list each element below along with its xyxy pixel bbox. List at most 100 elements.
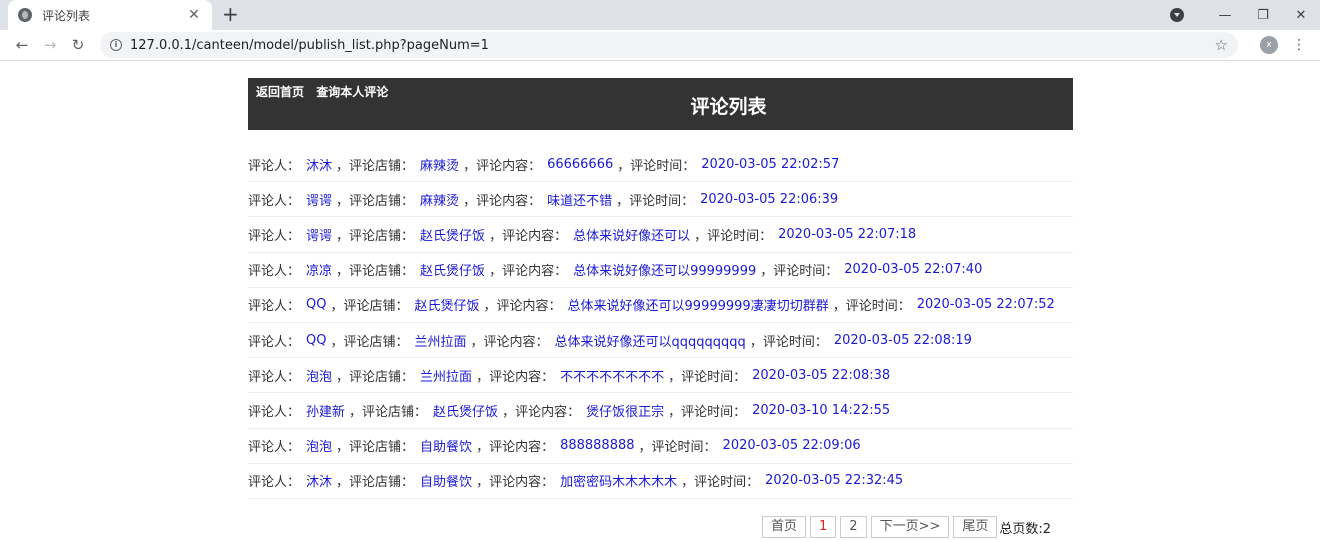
next-page-button[interactable]: 下一页>> bbox=[870, 516, 950, 538]
shop-name: 兰州拉面 bbox=[414, 334, 467, 350]
comment-content: 总体来说好像还可以99999999 bbox=[573, 264, 757, 280]
shop-label: ，评论店铺： bbox=[336, 158, 415, 174]
tab-title: 评论列表 bbox=[42, 8, 91, 23]
time-label: ，评论时间： bbox=[668, 404, 747, 420]
forward-arrow-icon[interactable]: → bbox=[36, 36, 64, 54]
info-icon[interactable]: i bbox=[110, 39, 122, 51]
content-label: ，评论内容： bbox=[476, 475, 555, 491]
tab-search-icon[interactable] bbox=[1170, 8, 1184, 22]
time-label: ，评论时间： bbox=[668, 369, 747, 385]
browser-tab[interactable]: 评论列表 ✕ bbox=[8, 0, 212, 30]
content-label: ，评论内容： bbox=[476, 369, 555, 385]
minimize-button[interactable]: — bbox=[1206, 8, 1244, 23]
comment-time: 2020-03-05 22:06:39 bbox=[700, 191, 839, 207]
reviewer-name: QQ bbox=[306, 297, 327, 313]
comment-time: 2020-03-05 22:08:19 bbox=[833, 332, 972, 348]
reviewer-label: 评论人： bbox=[248, 404, 301, 420]
comment-time: 2020-03-05 22:02:57 bbox=[701, 156, 840, 172]
reviewer-label: 评论人： bbox=[248, 193, 301, 209]
page-title: 评论列表 bbox=[690, 96, 767, 118]
bookmark-star-icon[interactable]: ☆ bbox=[1215, 36, 1228, 54]
reviewer-label: 评论人： bbox=[248, 369, 301, 385]
shop-label: ，评论店铺： bbox=[330, 334, 409, 350]
browser-tabbar: 评论列表 ✕ + — ❐ ✕ bbox=[0, 0, 1320, 30]
total-pages: 总页数:2 bbox=[999, 521, 1052, 537]
reload-icon[interactable]: ↻ bbox=[64, 36, 92, 54]
content-label: ，评论内容： bbox=[483, 299, 562, 315]
shop-label: ，评论店铺： bbox=[336, 228, 415, 244]
comment-time: 2020-03-05 22:07:18 bbox=[778, 226, 917, 242]
reviewer-name: 谔谔 bbox=[306, 193, 333, 209]
shop-label: ，评论店铺： bbox=[336, 193, 415, 209]
comment-content: 煲仔饭很正宗 bbox=[586, 404, 665, 420]
content-label: ，评论内容： bbox=[476, 440, 555, 456]
content-label: ，评论内容： bbox=[470, 334, 549, 350]
first-page-button[interactable]: 首页 bbox=[762, 516, 807, 538]
shop-name: 自助餐饮 bbox=[420, 440, 473, 456]
time-label: ，评论时间： bbox=[694, 228, 773, 244]
reviewer-label: 评论人： bbox=[248, 334, 301, 350]
address-bar[interactable]: i 127.0.0.1/canteen/model/publish_list.p… bbox=[100, 32, 1238, 58]
reviewer-name: 谔谔 bbox=[306, 228, 333, 244]
last-page-button[interactable]: 尾页 bbox=[953, 516, 998, 538]
shop-name: 赵氏煲仔饭 bbox=[414, 299, 480, 315]
kebab-menu-icon[interactable]: ⋮ bbox=[1292, 37, 1306, 53]
content-label: ，评论内容： bbox=[502, 404, 581, 420]
comment-time: 2020-03-05 22:09:06 bbox=[722, 438, 861, 454]
browser-toolbar: ← → ↻ i 127.0.0.1/canteen/model/publish_… bbox=[0, 30, 1320, 61]
reviewer-name: 沐沐 bbox=[306, 475, 333, 491]
reviewer-name: 孙建新 bbox=[306, 404, 346, 420]
comment-content: 加密密码木木木木木 bbox=[560, 475, 678, 491]
comment-time: 2020-03-05 22:32:45 bbox=[765, 473, 904, 489]
comment-row: 评论人： 泡泡 ，评论店铺： 兰州拉面 ，评论内容： 不不不不不不不不 ，评论时间： 2020… bbox=[248, 358, 1073, 394]
time-label: ，评论时间： bbox=[616, 193, 695, 209]
restore-button[interactable]: ❐ bbox=[1244, 8, 1282, 23]
back-arrow-icon[interactable]: ← bbox=[8, 36, 36, 54]
shop-label: ，评论店铺： bbox=[330, 299, 409, 315]
url-text[interactable]: 127.0.0.1/canteen/model/publish_list.php… bbox=[130, 38, 1215, 53]
comment-row: 评论人： QQ ，评论店铺： 兰州拉面 ，评论内容： 总体来说好像还可以qqqqqqqqq… bbox=[248, 323, 1073, 359]
reviewer-name: 泡泡 bbox=[306, 369, 333, 385]
comment-row: 评论人： 泡泡 ，评论店铺： 自助餐饮 ，评论内容： 888888888 ，评论时间： 202… bbox=[248, 429, 1073, 464]
tab-close-icon[interactable]: ✕ bbox=[186, 7, 202, 23]
comment-row: 评论人： 沐沐 ，评论店铺： 麻辣烫 ，评论内容： 66666666 ，评论时间： 2020-… bbox=[248, 147, 1073, 183]
page-content: 返回首页 查询本人评论 评论列表 评论人： 沐沐 ，评论店铺： 麻辣烫 ，评论内容： 66… bbox=[248, 78, 1073, 538]
reviewer-label: 评论人： bbox=[248, 158, 301, 174]
reviewer-label: 评论人： bbox=[248, 264, 301, 280]
shop-label: ，评论店铺： bbox=[336, 264, 415, 280]
page-2-button[interactable]: 2 bbox=[840, 516, 867, 538]
comment-list: 评论人： 沐沐 ，评论店铺： 麻辣烫 ，评论内容： 66666666 ，评论时间： 2020-… bbox=[248, 147, 1073, 499]
page-1-button[interactable]: 1 bbox=[810, 516, 837, 538]
reviewer-name: 泡泡 bbox=[306, 440, 333, 456]
close-window-button[interactable]: ✕ bbox=[1282, 8, 1320, 23]
reviewer-label: 评论人： bbox=[248, 440, 301, 456]
shop-name: 赵氏煲仔饭 bbox=[420, 264, 486, 280]
new-tab-button[interactable]: + bbox=[222, 4, 239, 24]
time-label: ，评论时间： bbox=[638, 440, 717, 456]
shop-name: 麻辣烫 bbox=[420, 158, 460, 174]
shop-name: 自助餐饮 bbox=[420, 475, 473, 491]
shop-name: 兰州拉面 bbox=[420, 369, 473, 385]
page-header: 返回首页 查询本人评论 评论列表 bbox=[248, 78, 1073, 130]
reviewer-label: 评论人： bbox=[248, 228, 301, 244]
window-controls: — ❐ ✕ bbox=[1170, 0, 1320, 30]
comment-row: 评论人： 孙建新 ，评论店铺： 赵氏煲仔饭 ，评论内容： 煲仔饭很正宗 ，评论时间： 2020… bbox=[248, 393, 1073, 429]
shop-label: ，评论店铺： bbox=[336, 369, 415, 385]
comment-row: 评论人： 谔谔 ，评论店铺： 麻辣烫 ，评论内容： 味道还不错 ，评论时间： 2020-03-… bbox=[248, 182, 1073, 218]
comment-content: 66666666 bbox=[547, 156, 614, 172]
comment-content: 总体来说好像还可以qqqqqqqqq bbox=[554, 334, 746, 350]
reviewer-label: 评论人： bbox=[248, 299, 301, 315]
comment-row: 评论人： 沐沐 ，评论店铺： 自助餐饮 ，评论内容： 加密密码木木木木木 ，评论时间： 202… bbox=[248, 464, 1073, 499]
comment-row: 评论人： QQ ，评论店铺： 赵氏煲仔饭 ，评论内容： 总体来说好像还可以99999999… bbox=[248, 288, 1073, 323]
profile-avatar[interactable]: x bbox=[1260, 36, 1278, 54]
comment-time: 2020-03-05 22:07:40 bbox=[844, 262, 983, 278]
time-label: ，评论时间： bbox=[760, 264, 839, 280]
reviewer-label: 评论人： bbox=[248, 475, 301, 491]
content-label: ，评论内容： bbox=[489, 264, 568, 280]
reviewer-name: 凉凉 bbox=[306, 264, 333, 280]
shop-name: 赵氏煲仔饭 bbox=[433, 404, 499, 420]
shop-name: 麻辣烫 bbox=[420, 193, 460, 209]
comment-time: 2020-03-10 14:22:55 bbox=[752, 402, 891, 418]
content-label: ，评论内容： bbox=[489, 228, 568, 244]
time-label: ，评论时间： bbox=[617, 158, 696, 174]
